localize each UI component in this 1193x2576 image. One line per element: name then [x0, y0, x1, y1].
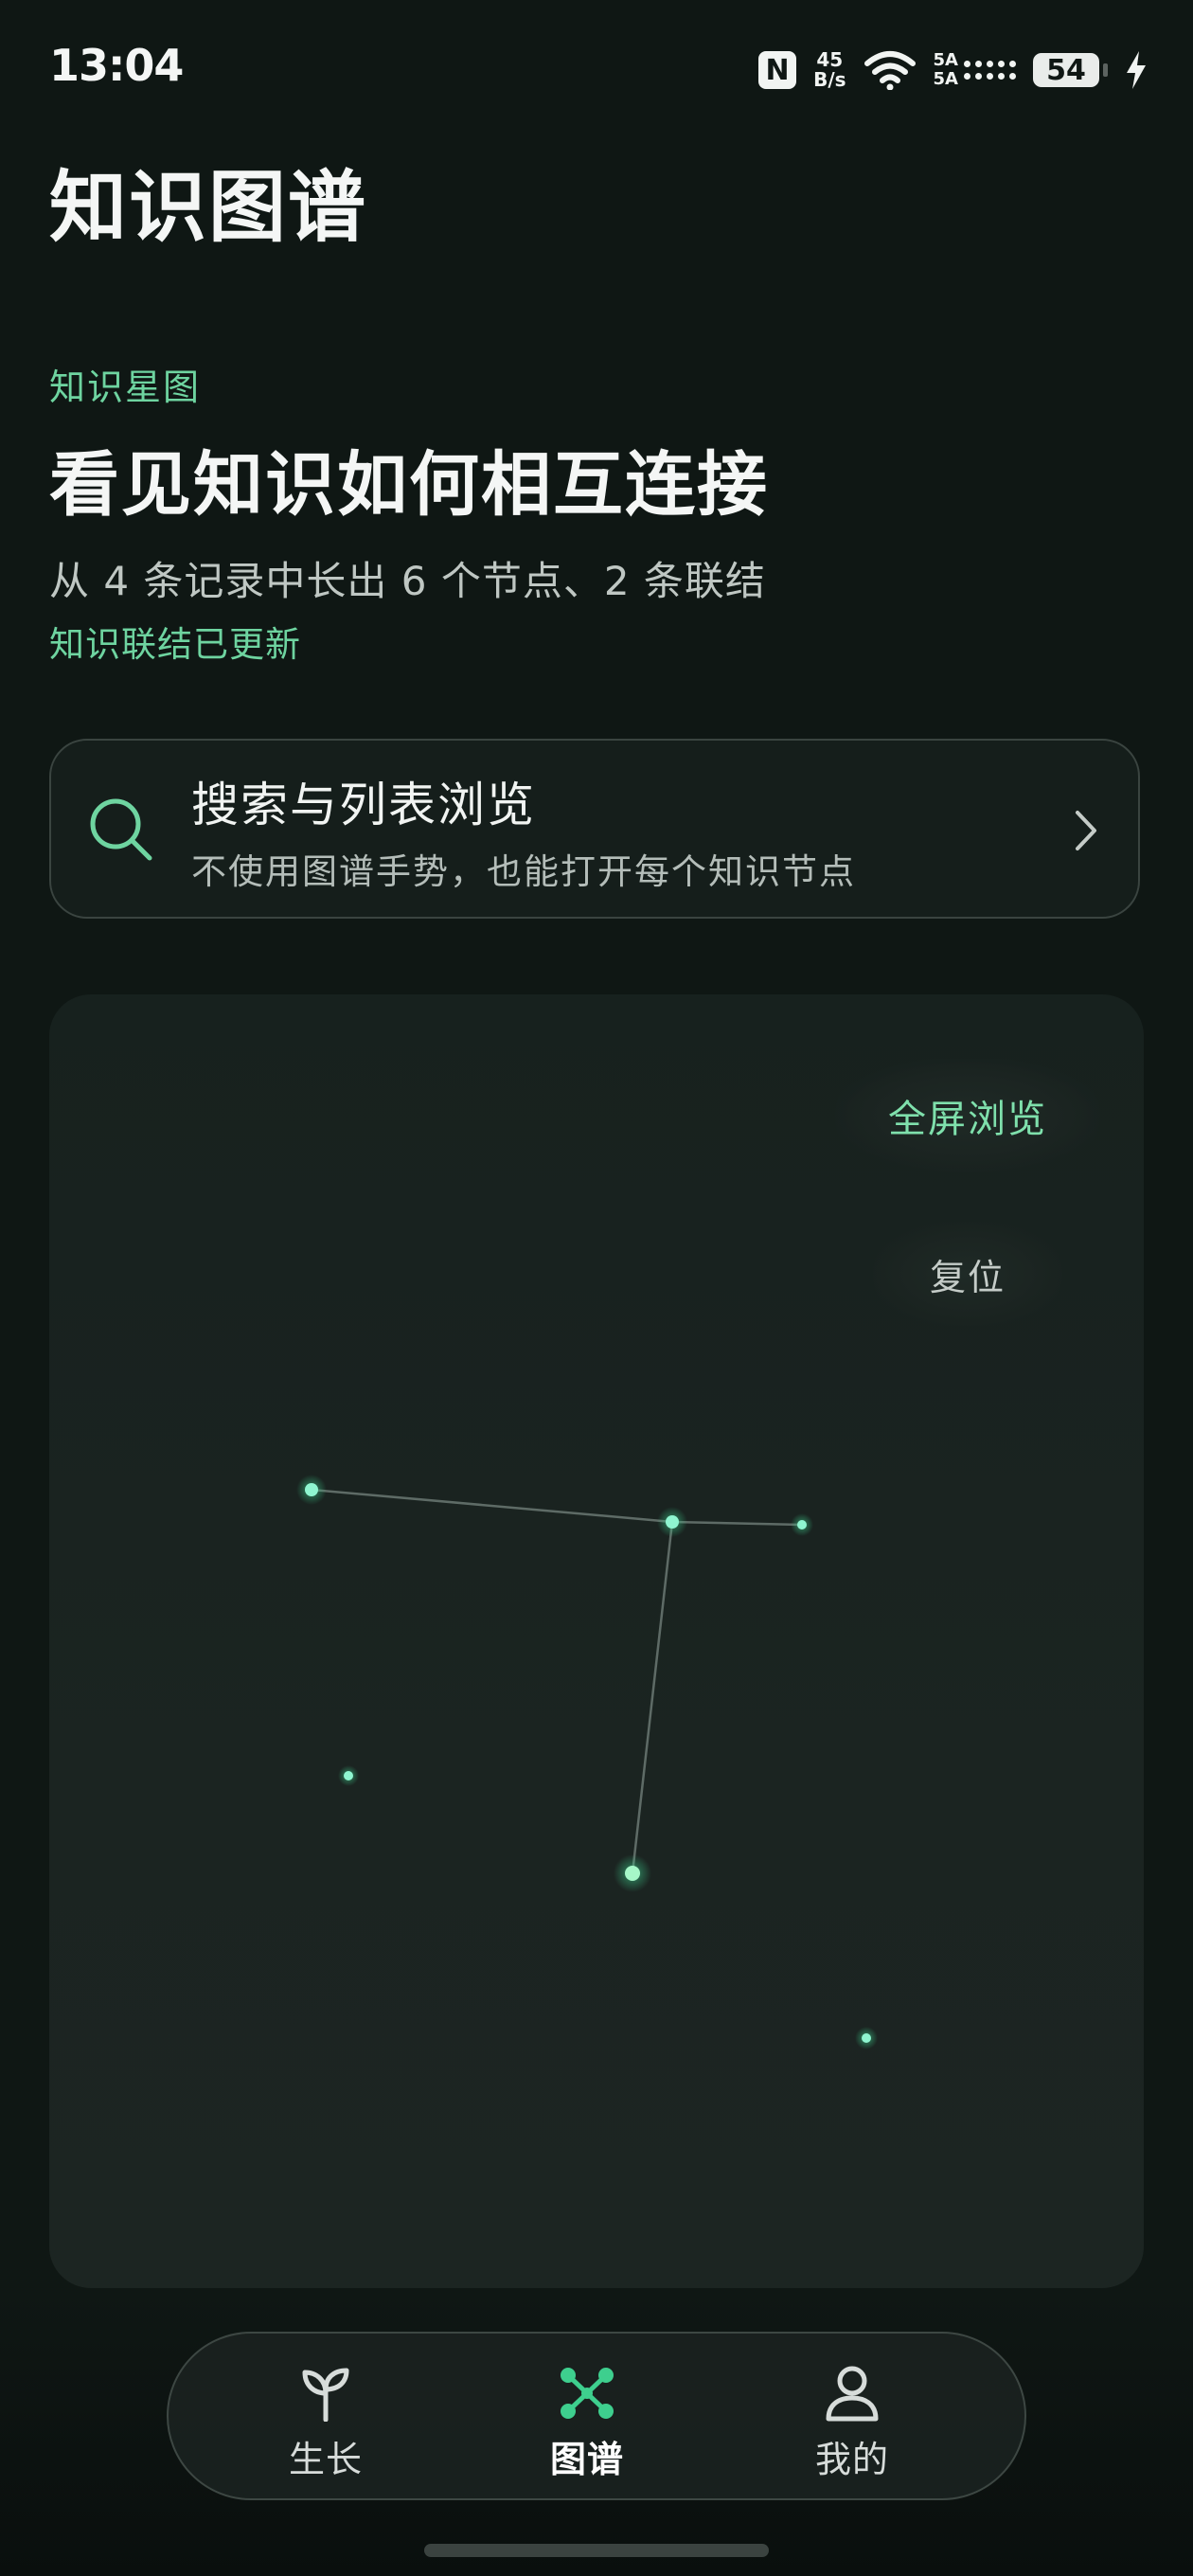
- person-icon: [825, 2362, 880, 2424]
- nav-label-graph: 图谱: [549, 2439, 624, 2480]
- fullscreen-button[interactable]: 全屏浏览: [835, 1059, 1100, 1172]
- graph-node[interactable]: [657, 1507, 687, 1537]
- reset-button[interactable]: 复位: [873, 1222, 1062, 1326]
- hero-summary: 从 4 条记录中长出 6 个节点、2 条联结: [49, 558, 766, 604]
- hero-headline: 看见知识如何相互连接: [49, 444, 769, 526]
- signal-label-top: 5A: [933, 50, 958, 70]
- nav-label-mine: 我的: [814, 2439, 889, 2480]
- nav-label-growth: 生长: [288, 2439, 363, 2480]
- status-time: 13:04: [49, 40, 184, 91]
- graph-nodes-icon: [557, 2362, 617, 2424]
- bottom-nav: 生长 图谱 我的: [167, 2332, 1026, 2500]
- network-speed-unit: B/s: [813, 68, 846, 91]
- battery-icon: 54: [1033, 53, 1108, 87]
- status-bar: 13:04 N 45 B/s 5A 5A 54: [0, 0, 1193, 137]
- charging-bolt-icon: [1125, 51, 1148, 89]
- signal-label-bottom: 5A: [933, 69, 958, 89]
- search-list-browse-card[interactable]: 搜索与列表浏览 不使用图谱手势，也能打开每个知识节点: [49, 739, 1140, 919]
- graph-node[interactable]: [855, 2027, 878, 2049]
- graph-node[interactable]: [614, 1854, 651, 1892]
- home-indicator[interactable]: [424, 2544, 769, 2557]
- search-card-subtitle: 不使用图谱手势，也能打开每个知识节点: [191, 851, 856, 892]
- graph-edge: [671, 1520, 803, 1527]
- sprout-icon: [301, 2362, 350, 2424]
- chevron-right-icon: [1072, 807, 1100, 858]
- graph-edge: [311, 1488, 673, 1524]
- status-icons: N 45 B/s 5A 5A 54: [758, 45, 1148, 95]
- network-speed-value: 45: [816, 48, 844, 71]
- hero-eyebrow: 知识星图: [49, 367, 202, 408]
- hero-status: 知识联结已更新: [49, 624, 301, 665]
- graph-node[interactable]: [791, 1513, 813, 1536]
- nav-item-growth[interactable]: 生长: [240, 2362, 411, 2485]
- graph-edge: [631, 1521, 674, 1874]
- graph-node[interactable]: [338, 1765, 359, 1786]
- network-speed: 45 B/s: [813, 50, 846, 90]
- nav-item-graph[interactable]: 图谱: [502, 2362, 672, 2485]
- search-icon: [87, 796, 155, 868]
- battery-level: 54: [1033, 53, 1099, 87]
- nfc-icon: N: [758, 51, 797, 89]
- wifi-icon: [864, 50, 917, 90]
- knowledge-graph-canvas[interactable]: 全屏浏览 复位: [49, 994, 1144, 2288]
- cellular-signal-icon: 5A 5A: [934, 51, 1016, 89]
- page-title: 知识图谱: [49, 163, 368, 253]
- nav-item-mine[interactable]: 我的: [767, 2362, 937, 2485]
- graph-node[interactable]: [296, 1475, 327, 1505]
- search-card-title: 搜索与列表浏览: [191, 778, 536, 832]
- graph-svg: [296, 1475, 878, 2049]
